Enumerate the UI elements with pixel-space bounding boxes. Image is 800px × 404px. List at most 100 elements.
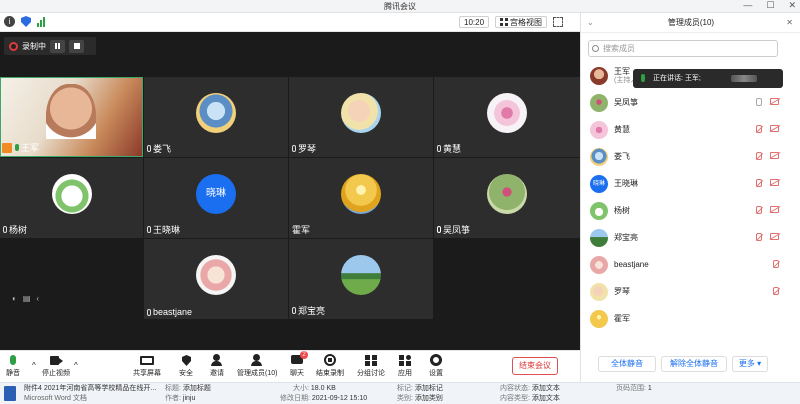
maximize-icon[interactable]: ☐ [766, 0, 774, 13]
speaking-mic-icon [641, 74, 645, 82]
apps-button[interactable]: 应用 [398, 354, 412, 378]
tile-name: 郑宝亮 [298, 306, 326, 316]
camera-off-icon[interactable] [770, 233, 779, 240]
avatar: 晓琳 [590, 174, 608, 193]
member-row[interactable]: 郑宝亮 [581, 224, 800, 251]
title-bar: 腾讯会议 — ☐ ✕ [0, 0, 800, 13]
member-row[interactable]: 晓琳 王晓琳 [581, 170, 800, 197]
manage-members-button[interactable]: 管理成员(10) [237, 354, 277, 378]
minimize-video-icon[interactable]: ◐ [12, 294, 17, 303]
invite-icon [210, 354, 224, 367]
mic-off-icon [292, 307, 296, 314]
mic-off-icon[interactable] [773, 260, 779, 268]
avatar [590, 93, 608, 112]
mic-icon[interactable] [756, 98, 762, 106]
mic-icon [437, 226, 441, 233]
view-mode-button[interactable]: 宫格视图 [495, 16, 548, 28]
chat-label: 聊天 [290, 370, 304, 377]
tile-name: beastjane [153, 307, 193, 317]
member-list: 王军 (主持人... 吴凤箏 黄慧 娄飞 晓琳 王晓琳 杨树 郑宝亮 beast… [581, 62, 800, 332]
avatar [590, 66, 608, 85]
settings-button[interactable]: 设置 [429, 354, 443, 378]
member-row[interactable]: beastjane [581, 251, 800, 278]
collapse-icon[interactable]: ‹ [36, 294, 39, 303]
share-screen-icon [140, 354, 154, 367]
mute-button[interactable]: 静音 [6, 354, 20, 378]
tags-value[interactable]: 添加标记 [415, 385, 443, 392]
member-row[interactable]: 黄慧 [581, 116, 800, 143]
camera-icon [49, 354, 66, 367]
video-options-chevron-icon[interactable]: ^ [74, 361, 78, 370]
author-value[interactable]: jinju [183, 395, 195, 402]
chat-button[interactable]: 2 聊天 [290, 351, 308, 378]
tile-name: 王晓琳 [153, 225, 181, 235]
title-value[interactable]: 添加标题 [183, 385, 211, 392]
stop-recording-button[interactable] [69, 39, 84, 53]
video-tile[interactable]: 杨树 [0, 158, 143, 238]
content-type-value[interactable]: 添加文本 [532, 395, 560, 402]
search-placeholder: 搜索成员 [603, 44, 635, 53]
video-tile[interactable]: beastjane [144, 239, 288, 319]
breakout-button[interactable]: 分组讨论 [357, 354, 385, 378]
mute-options-chevron-icon[interactable]: ^ [32, 361, 36, 370]
mic-icon [15, 144, 19, 151]
security-button[interactable]: 安全 [179, 354, 193, 378]
video-tile[interactable]: 娄飞 [144, 77, 288, 157]
apps-label: 应用 [398, 370, 412, 377]
minimize-icon[interactable]: — [743, 0, 752, 13]
end-meeting-button[interactable]: 结束会议 [512, 357, 558, 375]
camera-off-icon[interactable] [770, 152, 779, 159]
content-status-value[interactable]: 添加文本 [532, 385, 560, 392]
mic-off-icon[interactable] [756, 233, 762, 241]
end-recording-button[interactable]: 结束录制 [316, 354, 344, 378]
camera-off-icon[interactable] [770, 98, 779, 105]
video-tile-host[interactable]: 王军 [0, 77, 143, 157]
mic-off-icon[interactable] [756, 125, 762, 133]
video-tile[interactable]: 郑宝亮 [289, 239, 433, 319]
video-stage: 录制中 王军 娄飞 罗琴 黄慧 杨树 晓琳 王晓琳 霍军 吴凤箏 beastja… [0, 32, 580, 350]
signal-icon[interactable] [37, 16, 45, 27]
avatar [341, 255, 381, 295]
video-tile[interactable]: 黄慧 [434, 77, 580, 157]
member-row[interactable]: 杨树 [581, 197, 800, 224]
layout-icon[interactable]: ▤ [23, 294, 31, 303]
video-tile[interactable]: 罗琴 [289, 77, 433, 157]
video-tile[interactable]: 霍军 [289, 158, 433, 238]
search-icon [592, 45, 599, 52]
video-tile[interactable]: 晓琳 王晓琳 [144, 158, 288, 238]
member-name: 霍军 [614, 314, 630, 323]
unmute-all-button[interactable]: 解除全体静音 [661, 356, 727, 372]
stop-video-button[interactable]: 停止视频 [42, 354, 70, 378]
mic-off-icon[interactable] [756, 206, 762, 214]
member-row[interactable]: 罗琴 [581, 278, 800, 305]
mic-off-icon[interactable] [756, 152, 762, 160]
author-key: 作者: [165, 395, 181, 402]
category-value[interactable]: 添加类别 [415, 395, 443, 402]
member-search-input[interactable]: 搜索成员 [588, 40, 778, 57]
pause-recording-button[interactable] [50, 39, 65, 53]
close-icon[interactable]: ✕ [786, 13, 793, 33]
more-button[interactable]: 更多 ▾ [732, 356, 768, 372]
meeting-toolbar: i 10:20 宫格视图 [0, 13, 580, 32]
camera-off-icon[interactable] [770, 125, 779, 132]
stop-video-label: 停止视频 [42, 370, 70, 377]
share-screen-button[interactable]: 共享屏幕 [133, 354, 161, 378]
avatar [341, 174, 381, 214]
camera-off-icon[interactable] [770, 179, 779, 186]
info-icon[interactable]: i [4, 16, 15, 27]
member-row[interactable]: 吴凤箏 [581, 89, 800, 116]
mic-off-icon[interactable] [773, 287, 779, 295]
shield-icon[interactable] [21, 16, 31, 27]
fullscreen-icon[interactable] [553, 17, 564, 27]
invite-button[interactable]: 邀请 [210, 354, 224, 378]
mute-all-button[interactable]: 全体静音 [598, 356, 656, 372]
mic-off-icon[interactable] [756, 179, 762, 187]
collapse-panel-icon[interactable]: ⌄ [587, 13, 594, 33]
member-row[interactable]: 娄飞 [581, 143, 800, 170]
camera-off-icon[interactable] [770, 206, 779, 213]
panel-title: 管理成员(10) [667, 18, 715, 27]
member-row[interactable]: 霍军 [581, 305, 800, 332]
video-tile[interactable]: 吴凤箏 [434, 158, 580, 238]
close-icon[interactable]: ✕ [788, 0, 796, 13]
avatar [590, 282, 608, 301]
